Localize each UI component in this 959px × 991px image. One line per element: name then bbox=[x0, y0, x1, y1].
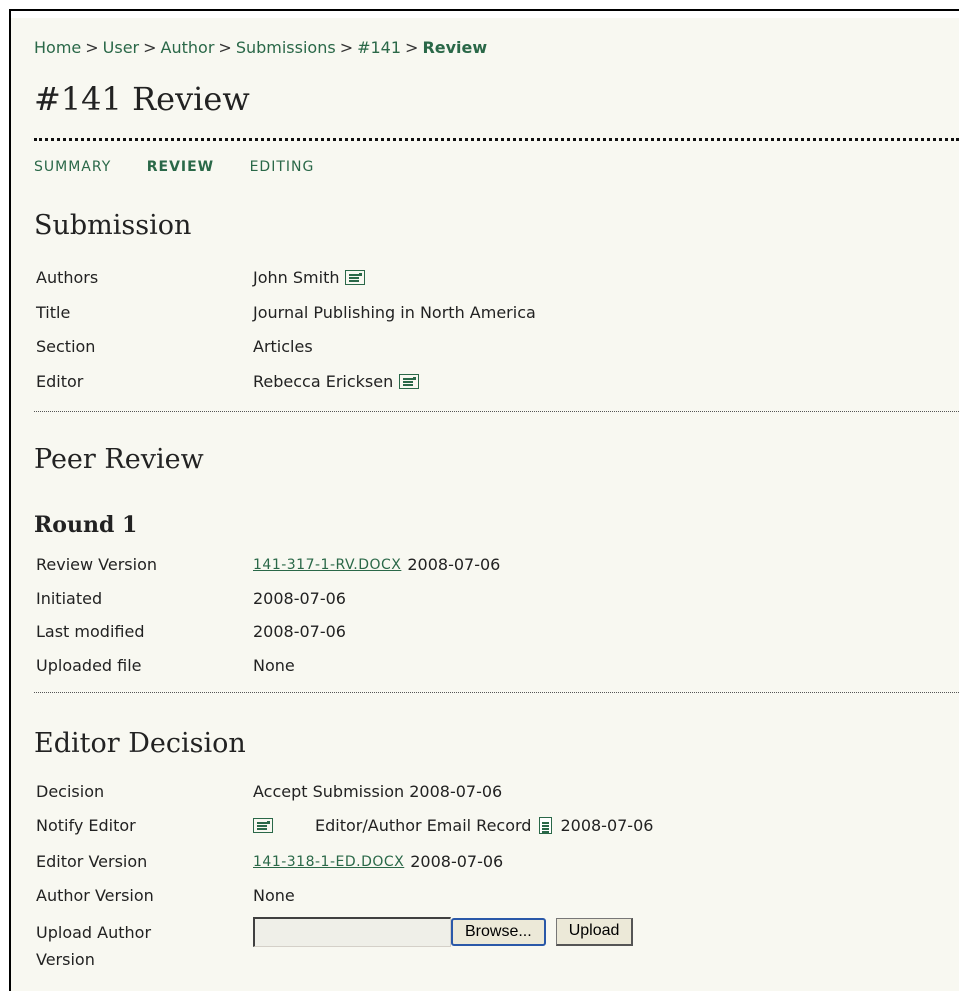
authors-value: John Smith bbox=[253, 268, 340, 287]
breadcrumb-current[interactable]: Review bbox=[422, 38, 487, 57]
tab-review[interactable]: REVIEW bbox=[147, 159, 214, 175]
editor-value: Rebecca Ericksen bbox=[253, 372, 394, 391]
email-record-text: Editor/Author Email Record bbox=[315, 816, 532, 835]
breadcrumb-separator: > bbox=[339, 38, 354, 57]
upload-author-version-row: Upload Author Version Browse... Upload bbox=[34, 917, 954, 979]
section-value: Articles bbox=[253, 337, 313, 356]
page-title: #141 Review bbox=[34, 80, 250, 118]
breadcrumb-home[interactable]: Home bbox=[34, 38, 81, 57]
title-value: Journal Publishing in North America bbox=[253, 303, 536, 322]
browse-button[interactable]: Browse... bbox=[451, 918, 546, 946]
last-modified-value: 2008-07-06 bbox=[253, 622, 346, 641]
section-label: Section bbox=[36, 337, 96, 356]
breadcrumb-submissions[interactable]: Submissions bbox=[236, 38, 336, 57]
editor-version-file-link[interactable]: 141-318-1-ED.DOCX bbox=[253, 854, 404, 870]
author-version-value: None bbox=[253, 886, 295, 905]
editor-version-date: 2008-07-06 bbox=[410, 852, 504, 871]
breadcrumb: Home > User > Author > Submissions > #141 > Review bbox=[34, 38, 487, 57]
last-modified-label: Last modified bbox=[36, 622, 145, 641]
author-version-label: Author Version bbox=[36, 886, 154, 905]
editor-version-label: Editor Version bbox=[36, 852, 148, 871]
notify-editor-label: Notify Editor bbox=[36, 816, 136, 835]
review-version-date: 2008-07-06 bbox=[407, 555, 501, 574]
upload-author-version-label: Upload Author Version bbox=[36, 919, 151, 973]
submission-heading: Submission bbox=[34, 210, 192, 241]
title-label: Title bbox=[36, 303, 71, 322]
review-version-file-link[interactable]: 141-317-1-RV.DOCX bbox=[253, 557, 401, 573]
tab-summary[interactable]: SUMMARY bbox=[34, 159, 111, 175]
page-content: Home > User > Author > Submissions > #141 > Review… bbox=[11, 18, 959, 991]
breadcrumb-separator: > bbox=[405, 38, 419, 57]
upload-button[interactable]: Upload bbox=[555, 918, 634, 946]
email-icon[interactable] bbox=[345, 270, 366, 285]
peer-review-heading: Peer Review bbox=[34, 444, 204, 475]
file-path-input[interactable] bbox=[253, 917, 451, 947]
section-divider bbox=[34, 692, 959, 693]
breadcrumb-separator: > bbox=[218, 38, 232, 57]
editor-label: Editor bbox=[36, 372, 84, 391]
email-icon[interactable] bbox=[253, 818, 273, 833]
uploaded-file-label: Uploaded file bbox=[36, 656, 142, 675]
breadcrumb-separator: > bbox=[143, 38, 157, 57]
section-divider bbox=[34, 411, 959, 412]
breadcrumb-user[interactable]: User bbox=[103, 38, 139, 57]
breadcrumb-submission-id[interactable]: #141 bbox=[357, 38, 401, 57]
editor-decision-heading: Editor Decision bbox=[34, 728, 246, 759]
review-version-label: Review Version bbox=[36, 555, 158, 574]
notify-date: 2008-07-06 bbox=[560, 816, 654, 835]
initiated-label: Initiated bbox=[36, 589, 103, 608]
authors-label: Authors bbox=[36, 268, 99, 287]
document-icon[interactable] bbox=[539, 817, 553, 834]
email-icon[interactable] bbox=[399, 374, 420, 389]
initiated-value: 2008-07-06 bbox=[253, 589, 346, 608]
submission-tabs: SUMMARY REVIEW EDITING bbox=[34, 159, 344, 175]
uploaded-file-value: None bbox=[253, 656, 295, 675]
upload-label-line2: Version bbox=[36, 950, 95, 969]
decision-label: Decision bbox=[36, 782, 105, 801]
breadcrumb-separator: > bbox=[85, 38, 99, 57]
upload-label-line1: Upload Author bbox=[36, 923, 152, 942]
breadcrumb-author[interactable]: Author bbox=[161, 38, 215, 57]
tab-editing[interactable]: EDITING bbox=[250, 159, 315, 175]
title-divider bbox=[34, 138, 959, 141]
decision-value: Accept Submission 2008-07-06 bbox=[253, 782, 503, 801]
round-heading: Round 1 bbox=[34, 512, 138, 538]
